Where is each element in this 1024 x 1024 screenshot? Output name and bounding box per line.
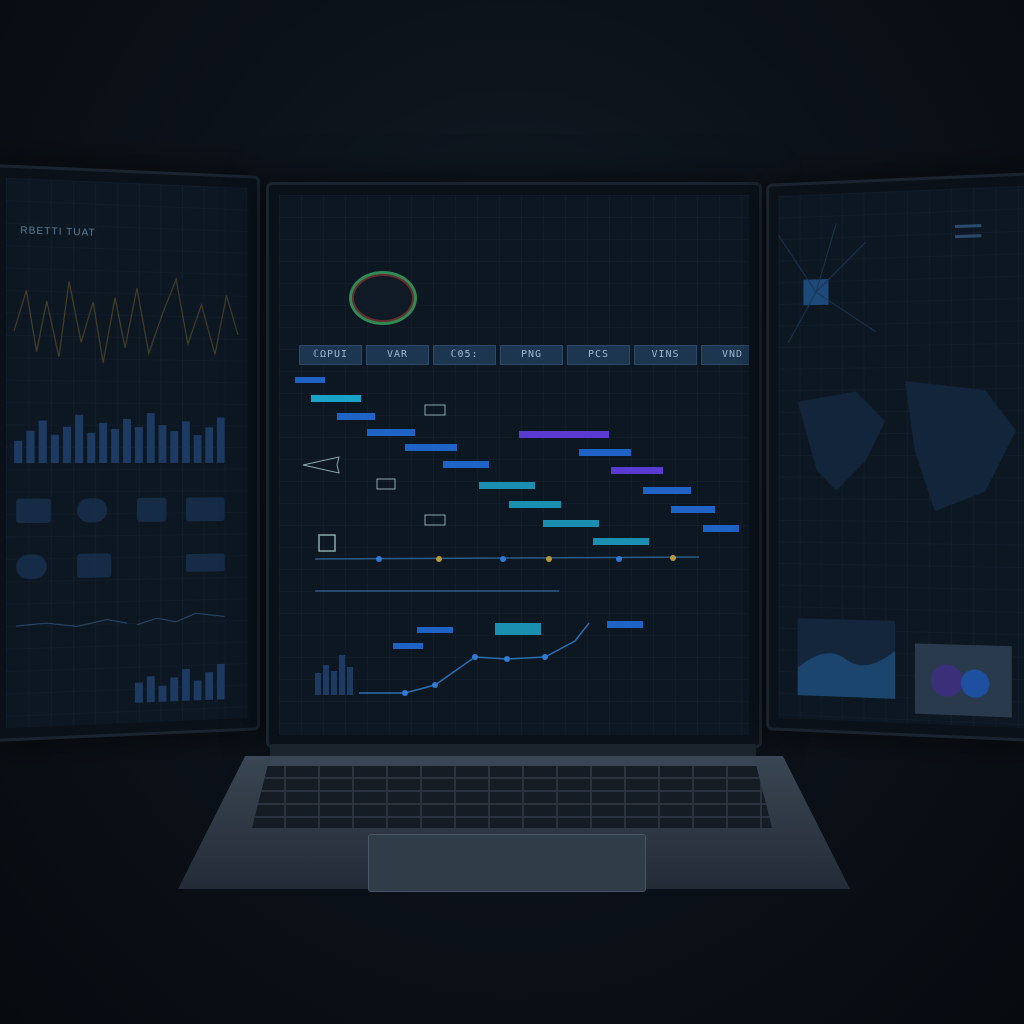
left-bar-chart bbox=[14, 413, 225, 464]
right-monitor bbox=[766, 171, 1024, 743]
laptop-trackpad bbox=[368, 834, 646, 892]
left-monitor-graphics bbox=[6, 178, 248, 703]
center-monitor: ℂΩPUI VAR ℂ05: PNG PCS VINS VND bbox=[266, 182, 762, 748]
gantt-bar bbox=[479, 482, 535, 489]
gantt-bar bbox=[295, 377, 325, 383]
lower-bar bbox=[495, 623, 541, 635]
laptop-keyboard-rows bbox=[252, 766, 772, 828]
gantt-bar bbox=[643, 487, 691, 494]
lower-bar bbox=[607, 621, 643, 628]
bracket-icon bbox=[318, 534, 336, 552]
right-monitor-screen bbox=[778, 185, 1024, 729]
legend-lines bbox=[954, 234, 982, 239]
center-monitor-screen: ℂΩPUI VAR ℂ05: PNG PCS VINS VND bbox=[279, 195, 749, 735]
gantt-and-line-graphics bbox=[295, 377, 739, 696]
gantt-bar bbox=[337, 413, 375, 420]
left-mini-line-2 bbox=[137, 613, 225, 625]
gantt-bar bbox=[579, 449, 631, 456]
bottom-mini-bars bbox=[315, 655, 353, 695]
right-monitor-graphics bbox=[779, 186, 1016, 718]
left-widget-grid bbox=[16, 497, 225, 580]
legend-lines bbox=[954, 224, 982, 229]
left-monitor: RBETTI TUAT bbox=[0, 163, 260, 743]
timeline-line bbox=[314, 556, 700, 560]
gantt-bar bbox=[611, 467, 663, 474]
milestone-icon bbox=[376, 478, 396, 490]
milestone-icon bbox=[424, 514, 446, 526]
gantt-bar bbox=[519, 431, 609, 438]
world-map-shape bbox=[797, 379, 1016, 512]
milestone-icon bbox=[424, 404, 446, 416]
gantt-bar bbox=[405, 444, 457, 451]
gantt-bar bbox=[543, 520, 599, 527]
left-line-chart bbox=[14, 275, 238, 365]
gantt-bar bbox=[703, 525, 739, 532]
gantt-bar bbox=[509, 501, 561, 508]
gantt-bar bbox=[367, 429, 415, 436]
gantt-bar bbox=[671, 506, 715, 513]
lower-bar bbox=[417, 627, 453, 633]
left-mini-line bbox=[16, 619, 127, 628]
gantt-bar bbox=[311, 395, 361, 402]
bottom-line-points bbox=[402, 654, 548, 696]
lower-bar bbox=[393, 643, 423, 649]
plane-icon bbox=[302, 456, 340, 474]
left-monitor-screen: RBETTI TUAT bbox=[5, 177, 248, 729]
gantt-bar bbox=[443, 461, 489, 468]
gantt-bar bbox=[593, 538, 649, 545]
laptop-hinge bbox=[270, 744, 756, 758]
left-bottom-bars bbox=[134, 663, 225, 703]
